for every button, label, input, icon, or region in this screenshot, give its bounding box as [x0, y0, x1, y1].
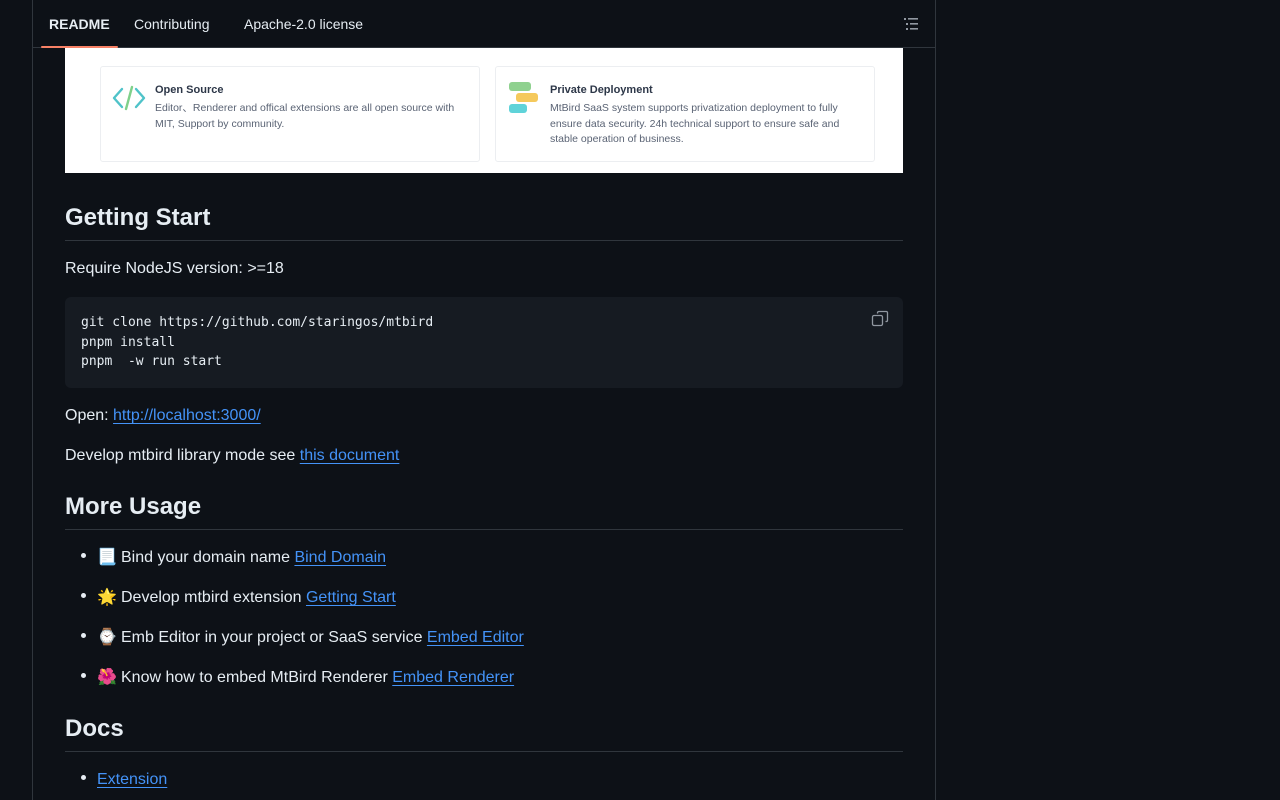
chat-bubbles-icon — [509, 82, 538, 113]
copy-button[interactable] — [871, 310, 889, 328]
embed-renderer-link[interactable]: Embed Renderer — [392, 669, 514, 686]
outline-button[interactable] — [901, 14, 921, 34]
open-label: Open: — [65, 407, 114, 424]
getting-start-link[interactable]: Getting Start — [306, 589, 396, 606]
bullet — [81, 553, 86, 559]
list-item: 📃 Bind your domain name Bind Domain — [81, 546, 386, 570]
embed-editor-link[interactable]: Embed Editor — [427, 629, 524, 646]
feature-text: MtBird SaaS system supports privatizatio… — [550, 102, 840, 145]
code-icon — [112, 85, 146, 111]
localhost-link[interactable]: http://localhost:3000/ — [113, 407, 261, 424]
heading-more-usage: More Usage — [65, 492, 903, 530]
bullet — [81, 593, 86, 599]
feature-card-open-source: Open Source Editor、Renderer and offical … — [100, 66, 480, 162]
list-item-text: Bind your domain name — [121, 549, 295, 566]
star-icon: 🌟 — [97, 589, 117, 606]
readme-tab-bar: README Contributing Apache-2.0 license — [33, 0, 935, 48]
tab-readme[interactable]: README — [41, 0, 118, 48]
list-item: ⌚ Emb Editor in your project or SaaS serv… — [81, 626, 524, 650]
tab-contributing[interactable]: Contributing — [134, 0, 210, 47]
heading-docs: Docs — [65, 714, 903, 752]
list-item-text: Develop mtbird extension — [121, 589, 306, 606]
readme-content: Open Source Editor、Renderer and offical … — [65, 0, 903, 800]
list-icon — [904, 18, 918, 30]
readme-panel: README Contributing Apache-2.0 license O… — [32, 0, 936, 800]
library-mode-text: Develop mtbird library mode see — [65, 447, 300, 464]
page-icon: 📃 — [97, 549, 117, 566]
bind-domain-link[interactable]: Bind Domain — [294, 549, 386, 566]
list-item: 🌺 Know how to embed MtBird Renderer Embed… — [81, 666, 514, 690]
library-mode-line: Develop mtbird library mode see this doc… — [65, 444, 399, 468]
feature-card-private-deployment: Private Deployment MtBird SaaS system su… — [495, 66, 875, 162]
list-item-text: Know how to embed MtBird Renderer — [121, 669, 393, 686]
bullet — [81, 775, 86, 781]
watch-icon: ⌚ — [97, 629, 117, 646]
list-item: 🌟 Develop mtbird extension Getting Start — [81, 586, 396, 610]
open-line: Open: http://localhost:3000/ — [65, 404, 261, 428]
extension-link[interactable]: Extension — [97, 771, 167, 788]
node-requirement-text: Require NodeJS version: >=18 — [65, 260, 284, 277]
list-item: Extension — [81, 768, 167, 792]
feature-title: Private Deployment — [550, 84, 653, 96]
feature-text: Editor、Renderer and offical extensions a… — [155, 102, 455, 130]
list-item-text: Emb Editor in your project or SaaS servi… — [121, 629, 427, 646]
install-commands[interactable]: git clone https://github.com/staringos/m… — [81, 313, 433, 372]
feature-title: Open Source — [155, 84, 224, 96]
tab-license[interactable]: Apache-2.0 license — [244, 0, 363, 47]
flower-icon: 🌺 — [97, 669, 117, 686]
features-banner-image: Open Source Editor、Renderer and offical … — [65, 48, 903, 173]
bullet — [81, 673, 86, 679]
code-block: git clone https://github.com/staringos/m… — [65, 297, 903, 388]
bullet — [81, 633, 86, 639]
this-document-link[interactable]: this document — [300, 447, 400, 464]
copy-icon — [871, 310, 889, 327]
heading-getting-start: Getting Start — [65, 203, 903, 241]
